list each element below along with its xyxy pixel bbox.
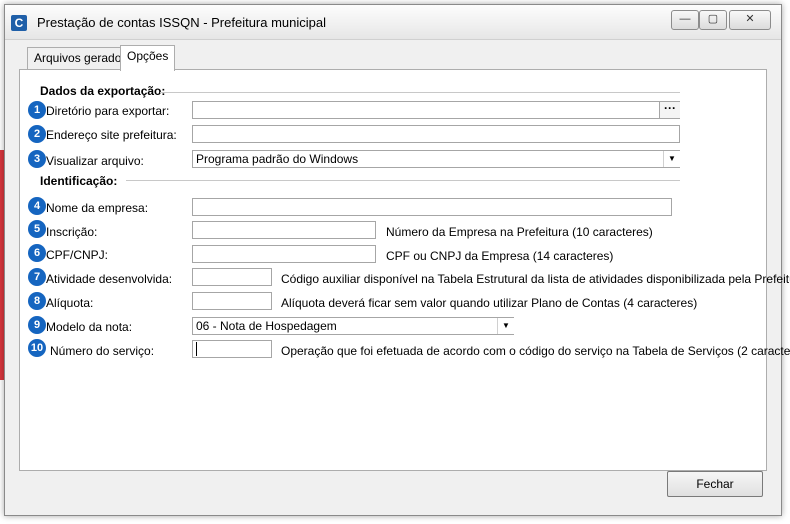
section-title-ident: Identificação:	[40, 174, 118, 188]
inscricao-label: Inscrição:	[46, 225, 98, 239]
title-bar: C Prestação de contas ISSQN - Prefeitura…	[5, 5, 781, 40]
servico-input[interactable]	[192, 340, 272, 358]
company-name-input[interactable]	[192, 198, 672, 216]
cpf-label: CPF/CNPJ:	[46, 248, 109, 262]
tab-opcoes[interactable]: Opções	[120, 45, 176, 71]
step-badge-4: 4	[28, 197, 46, 215]
section-divider	[126, 180, 680, 181]
view-label: Visualizar arquivo:	[46, 154, 144, 168]
site-label: Endereço site prefeitura:	[46, 128, 177, 142]
inscricao-input[interactable]	[192, 221, 376, 239]
step-badge-5: 5	[28, 220, 46, 238]
aliquota-input[interactable]	[192, 292, 272, 310]
options-panel: Dados da exportação: 1 Diretório para ex…	[19, 69, 790, 471]
dir-label: Diretório para exportar:	[46, 104, 170, 118]
close-button[interactable]: Fechar	[667, 471, 763, 497]
minimize-button[interactable]: —	[671, 10, 699, 30]
window-title: Prestação de contas ISSQN - Prefeitura m…	[37, 15, 327, 30]
view-file-value: Programa padrão do Windows	[196, 152, 359, 166]
site-url-input[interactable]	[192, 125, 680, 143]
step-badge-7: 7	[28, 268, 46, 286]
app-logo-icon: C	[11, 15, 27, 31]
atividade-hint: Código auxiliar disponível na Tabela Est…	[281, 272, 790, 286]
maximize-button[interactable]: ▢	[699, 10, 727, 30]
step-badge-10: 10	[28, 339, 46, 357]
empresa-label: Nome da empresa:	[46, 201, 149, 215]
chevron-down-icon[interactable]: ▼	[497, 318, 514, 334]
close-window-button[interactable]: ✕	[729, 10, 771, 30]
section-divider	[160, 92, 680, 93]
export-dir-input[interactable]	[192, 101, 680, 119]
cpf-hint: CPF ou CNPJ da Empresa (14 caracteres)	[386, 249, 614, 263]
dialog-window: C Prestação de contas ISSQN - Prefeitura…	[4, 4, 790, 516]
step-badge-9: 9	[28, 316, 46, 334]
modelo-nota-value: 06 - Nota de Hospedagem	[196, 319, 337, 333]
aliquota-label: Alíquota:	[46, 296, 94, 310]
step-badge-2: 2	[28, 125, 46, 143]
step-badge-6: 6	[28, 244, 46, 262]
modelo-nota-select[interactable]: 06 - Nota de Hospedagem	[192, 317, 514, 335]
atividade-label: Atividade desenvolvida:	[46, 272, 173, 286]
step-badge-8: 8	[28, 292, 46, 310]
view-file-select[interactable]: Programa padrão do Windows	[192, 150, 680, 168]
aliquota-hint: Alíquota deverá ficar sem valor quando u…	[281, 296, 698, 310]
step-badge-1: 1	[28, 101, 46, 119]
chevron-down-icon[interactable]: ▼	[663, 151, 680, 167]
text-caret	[196, 342, 197, 356]
step-badge-3: 3	[28, 150, 46, 168]
tab-arquivos-gerados[interactable]: Arquivos gerados	[27, 47, 135, 70]
atividade-input[interactable]	[192, 268, 272, 286]
servico-hint: Operação que foi efetuada de acordo com …	[281, 344, 790, 358]
browse-button[interactable]: ···	[659, 102, 680, 118]
inscricao-hint: Número da Empresa na Prefeitura (10 cara…	[386, 225, 653, 239]
servico-label: Número do serviço:	[50, 344, 155, 358]
section-title-export: Dados da exportação:	[40, 84, 166, 98]
modelo-label: Modelo da nota:	[46, 320, 133, 334]
cpf-cnpj-input[interactable]	[192, 245, 376, 263]
